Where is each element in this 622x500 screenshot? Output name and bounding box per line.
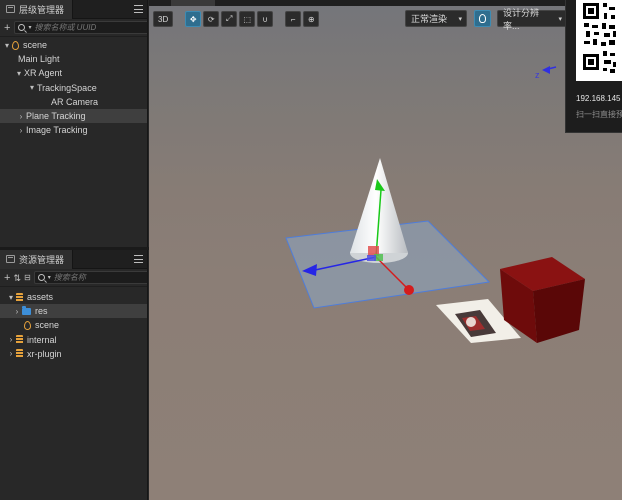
transform-tools: ✥ ⟳ ⤢ ⬚ ∪ [185, 11, 274, 27]
asset-node-label: res [35, 306, 48, 317]
database-icon [16, 349, 23, 359]
expand-arrow-icon[interactable]: ▾ [14, 69, 24, 78]
asset-node-label: assets [27, 292, 54, 303]
assets-tabbar: 资源管理器 [0, 250, 147, 269]
search-icon [18, 24, 26, 31]
rect-tool-icon[interactable]: ⬚ [239, 11, 256, 27]
chevron-down-icon: ▾ [458, 15, 462, 23]
orientation-gizmo[interactable]: z [535, 66, 557, 80]
assets-menu-icon[interactable] [134, 255, 143, 263]
render-mode-dropdown[interactable]: 正常渲染 ▾ [405, 10, 467, 27]
tree-node-main-light[interactable]: Main Light [0, 52, 147, 66]
hierarchy-panel: 层级管理器 + ▾ ▾ scene Main Light ▾ XR Agent … [0, 0, 148, 247]
focus-tool-icon[interactable]: ⊕ [303, 11, 320, 27]
assets-search[interactable]: ▾ [33, 271, 147, 284]
expand-arrow-icon[interactable]: › [12, 307, 22, 316]
tree-node-scene[interactable]: ▾ scene [0, 38, 147, 52]
asset-node-internal[interactable]: › internal [0, 333, 147, 347]
tree-node-label: Main Light [18, 54, 60, 65]
chevron-down-icon[interactable]: ▾ [28, 24, 31, 31]
render-mode-value: 正常渲染 [411, 14, 448, 24]
asset-node-res[interactable]: › res [0, 304, 147, 319]
tree-node-label: Image Tracking [26, 125, 88, 136]
expand-arrow-icon[interactable]: ▾ [2, 41, 12, 50]
qr-scan-hint: 扫一扫直接预 [576, 110, 622, 119]
tree-node-label: AR Camera [51, 96, 99, 107]
light-bulb-icon [479, 14, 486, 23]
hierarchy-toolbar: + ▾ [0, 19, 147, 37]
sort-icon[interactable]: ⇅ [13, 272, 21, 284]
scene-toolbar: 3D ✥ ⟳ ⤢ ⬚ ∪ ⌐ ⊕ [153, 10, 320, 28]
axis-z-label: z [535, 70, 540, 80]
asset-node-scene[interactable]: scene [0, 318, 147, 332]
scene-canvas[interactable]: z [149, 0, 622, 500]
expand-arrow-icon[interactable]: ▾ [6, 293, 16, 302]
panel-icon [6, 5, 15, 13]
scene-icon [24, 320, 31, 330]
qr-ip-address: 192.168.145 [576, 94, 621, 103]
assets-tab[interactable]: 资源管理器 [0, 250, 74, 269]
asset-node-label: internal [27, 334, 57, 345]
rotate-tool-icon[interactable]: ⟳ [203, 11, 220, 27]
pivot-tool-icon[interactable]: ⌐ [285, 11, 302, 27]
tree-node-label: Plane Tracking [26, 111, 86, 122]
chevron-down-icon[interactable]: ▾ [48, 274, 51, 281]
asset-node-label: scene [35, 320, 60, 331]
lighting-toggle-icon[interactable] [474, 10, 491, 27]
tree-node-ar-camera[interactable]: AR Camera [0, 95, 147, 109]
tree-node-xr-agent[interactable]: ▾ XR Agent [0, 66, 147, 80]
scene-viewport[interactable]: z 3D ✥ ⟳ ⤢ ⬚ ∪ ⌐ ⊕ 正常渲染 ▾ 设计分辨率... ▾ 192… [149, 0, 622, 500]
qr-code-icon[interactable] [576, 0, 622, 81]
expand-arrow-icon[interactable]: › [6, 349, 16, 358]
expand-arrow-icon[interactable]: › [16, 112, 26, 121]
expand-arrow-icon[interactable]: › [6, 335, 16, 344]
resolution-dropdown[interactable]: 设计分辨率... ▾ [497, 8, 567, 31]
collapse-all-icon[interactable]: ⊟ [24, 272, 31, 284]
assets-toolbar: + ⇅ ⊟ ▾ ≡ ↻ [0, 269, 147, 287]
asset-node-xr-plugin[interactable]: › xr-plugin [0, 347, 147, 361]
assets-search-input[interactable] [53, 273, 147, 282]
hierarchy-tree: ▾ scene Main Light ▾ XR Agent ▾ Tracking… [0, 37, 147, 137]
folder-icon [22, 305, 31, 315]
resolution-value: 设计分辨率... [503, 7, 540, 31]
asset-node-label: xr-plugin [27, 348, 62, 359]
hierarchy-tab[interactable]: 层级管理器 [0, 0, 74, 19]
assets-tree: ▾ assets › res scene › internal › xr-plu… [0, 287, 147, 361]
hierarchy-tabbar: 层级管理器 [0, 0, 147, 19]
tree-node-label: scene [23, 40, 48, 51]
tree-node-tracking-space[interactable]: ▾ TrackingSpace [0, 81, 147, 95]
tree-node-label: TrackingSpace [37, 82, 97, 93]
view-tools: ⌐ ⊕ [285, 11, 320, 27]
snap-tool-icon[interactable]: ∪ [257, 11, 274, 27]
qr-preview-popup[interactable]: 192.168.145 扫一扫直接预 [565, 0, 622, 133]
search-icon [37, 274, 45, 281]
hierarchy-search-input[interactable] [34, 23, 146, 32]
chevron-down-icon: ▾ [558, 15, 562, 23]
assets-panel: 资源管理器 + ⇅ ⊟ ▾ ≡ ↻ ▾ assets › res scene [0, 250, 148, 500]
panel-icon [6, 255, 15, 263]
scene-icon [12, 40, 19, 50]
expand-arrow-icon[interactable]: ▾ [27, 83, 37, 92]
add-icon[interactable]: + [4, 272, 10, 284]
scale-tool-icon[interactable]: ⤢ [221, 11, 238, 27]
tree-node-image-tracking[interactable]: › Image Tracking [0, 123, 147, 137]
database-icon [16, 292, 23, 302]
expand-arrow-icon[interactable]: › [16, 126, 26, 135]
hierarchy-menu-icon[interactable] [134, 5, 143, 13]
mode-3d-button[interactable]: 3D [153, 11, 174, 27]
assets-tab-label: 资源管理器 [19, 254, 65, 265]
hierarchy-search[interactable]: ▾ [14, 21, 147, 34]
move-tool-icon[interactable]: ✥ [185, 11, 202, 27]
add-icon[interactable]: + [4, 22, 10, 34]
asset-node-assets[interactable]: ▾ assets [0, 290, 147, 304]
tree-node-label: XR Agent [24, 68, 63, 79]
hierarchy-tab-label: 层级管理器 [19, 4, 65, 15]
database-icon [16, 335, 23, 345]
tree-node-plane-tracking[interactable]: › Plane Tracking [0, 108, 147, 124]
